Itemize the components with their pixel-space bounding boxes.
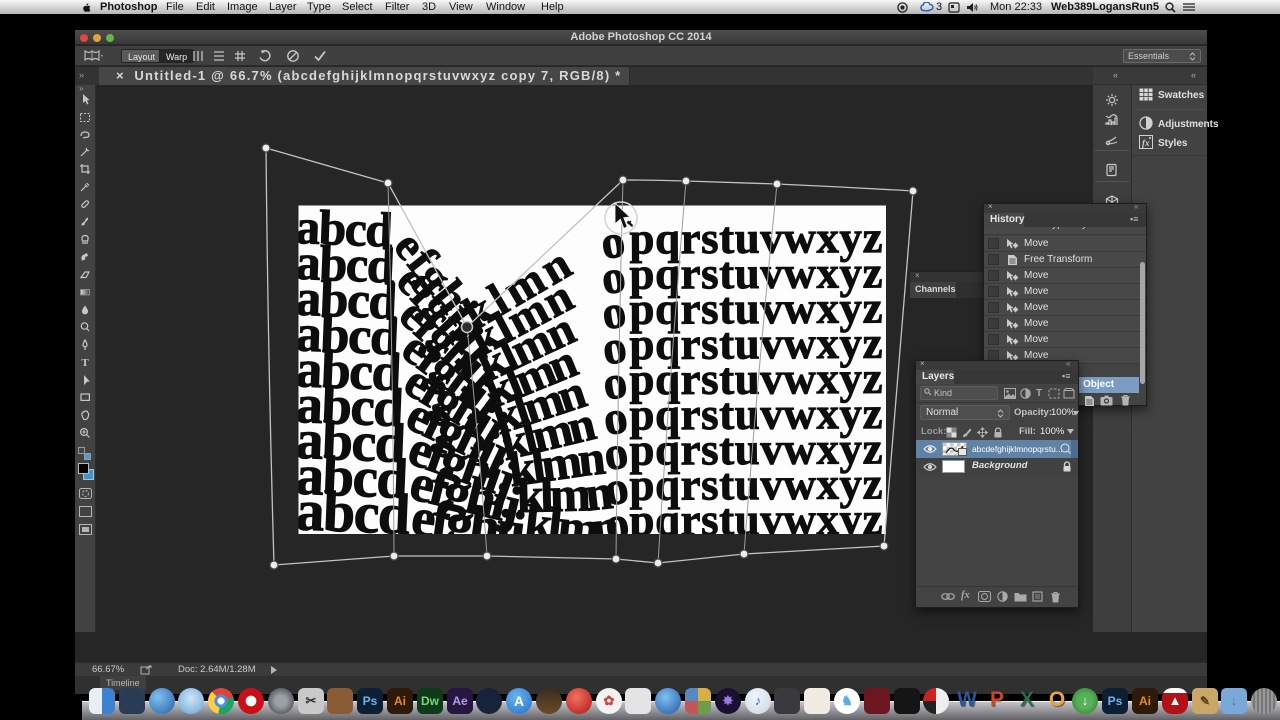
svg-text:fx: fx: [1142, 138, 1150, 148]
svg-text:pqrstuvwxyz: pqrstuvwxyz: [629, 494, 883, 545]
svg-text:T: T: [81, 357, 89, 368]
